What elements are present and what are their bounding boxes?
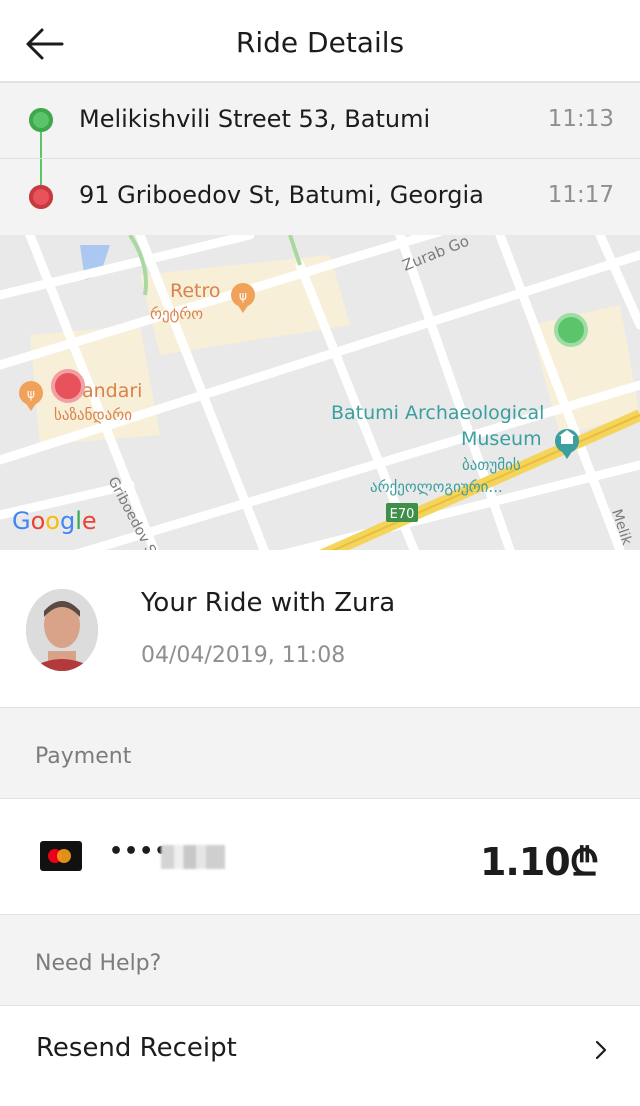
road-shield-label: E70	[390, 507, 415, 522]
help-section-label: Need Help?	[35, 951, 162, 976]
dropoff-address: 91 Griboedov St, Batumi, Georgia	[79, 181, 484, 209]
route-summary: Melikishvili Street 53, Batumi 11:13 91 …	[0, 83, 640, 235]
driver-avatar	[26, 589, 98, 671]
ride-date: 04/04/2019, 11:08	[141, 643, 346, 668]
chevron-right-icon	[595, 1040, 607, 1060]
dropoff-map-marker-icon	[51, 369, 85, 403]
map-label-museum-2: Museum	[461, 428, 542, 450]
card-number-redacted	[161, 845, 225, 869]
pickup-address: Melikishvili Street 53, Batumi	[79, 105, 431, 133]
top-bar: Ride Details	[0, 0, 640, 83]
map-label-retro: Retro	[170, 280, 221, 302]
map-label-retro-ka: რეტრო	[150, 305, 203, 323]
map-label-museum-ka1: ბათუმის	[462, 456, 521, 474]
map-label-museum-ka2: არქეოლოგიური...	[370, 478, 503, 496]
pickup-map-marker-icon	[554, 313, 588, 347]
payment-section-header: Payment	[0, 708, 640, 799]
map-canvas: ψ Retro რეტრო ψ zandari საზანდარი Batumi…	[0, 235, 640, 550]
dropoff-time: 11:17	[547, 182, 614, 208]
payment-method-row: •••• 1.10₾	[0, 799, 640, 915]
resend-receipt-button[interactable]: Resend Receipt	[0, 1006, 640, 1106]
pickup-time: 11:13	[547, 106, 614, 132]
driver-card: Your Ride with Zura 04/04/2019, 11:08	[0, 550, 640, 708]
map-label-zandari-ka: საზანდარი	[54, 406, 132, 424]
page-title: Ride Details	[235, 26, 405, 59]
resend-receipt-label: Resend Receipt	[36, 1033, 237, 1063]
svg-text:ψ: ψ	[239, 289, 247, 303]
route-map[interactable]: ψ Retro რეტრო ψ zandari საზანდარი Batumi…	[0, 235, 640, 550]
google-logo: Google	[12, 507, 97, 535]
pickup-dot-icon	[29, 108, 53, 132]
mastercard-icon	[40, 841, 82, 871]
dropoff-row: 91 Griboedov St, Batumi, Georgia 11:17	[0, 159, 640, 235]
ride-amount: 1.10₾	[479, 840, 599, 884]
payment-section-label: Payment	[35, 744, 132, 769]
map-label-museum: Batumi Archaeological	[331, 402, 544, 424]
ride-driver-title: Your Ride with Zura	[141, 588, 396, 618]
pickup-row: Melikishvili Street 53, Batumi 11:13	[0, 83, 640, 159]
svg-text:ψ: ψ	[27, 387, 35, 401]
help-section-header: Need Help?	[0, 915, 640, 1006]
dropoff-dot-icon	[29, 185, 53, 209]
